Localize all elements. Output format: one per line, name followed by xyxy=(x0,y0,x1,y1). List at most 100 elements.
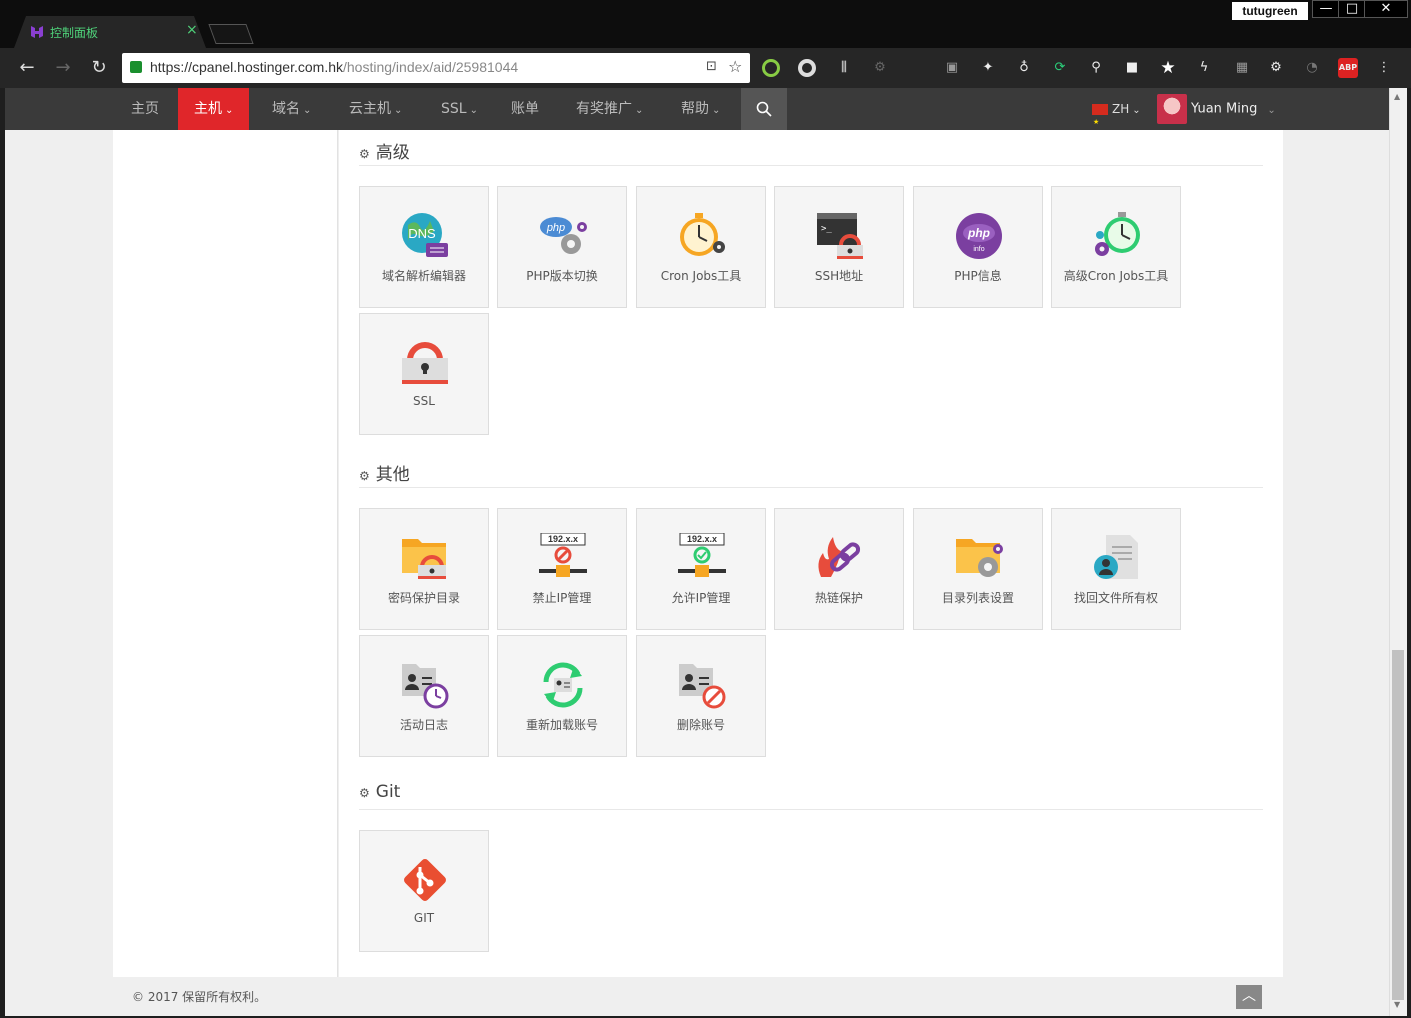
php-gear-icon: php xyxy=(540,217,587,254)
advanced-stopwatch-icon xyxy=(1095,212,1140,256)
tile-label: 重新加载账号 xyxy=(525,718,598,732)
star-extension-icon[interactable]: ★ xyxy=(1158,58,1178,78)
proxy-extension-icon[interactable]: ▦ xyxy=(1232,58,1252,78)
translate-icon[interactable]: ⊡ xyxy=(706,59,717,74)
svg-text:192.x.x: 192.x.x xyxy=(687,534,717,544)
section-title-other: ⚙ 其他 xyxy=(359,465,410,485)
scroll-to-top-button[interactable]: ︿ xyxy=(1236,985,1262,1009)
tile-ip-blocker[interactable]: 192.x.x 禁止IP管理 xyxy=(497,508,627,630)
section-title-git: ⚙ Git xyxy=(359,782,401,802)
tile-label: 热链保护 xyxy=(814,591,863,605)
nav-hosting[interactable]: 主机 ⌄ xyxy=(178,88,250,136)
tile-ssl[interactable]: SSL xyxy=(359,313,489,435)
tile-label: 禁止IP管理 xyxy=(532,591,592,605)
gear-extension-icon[interactable]: ⚙ xyxy=(1266,58,1286,78)
url-path: /hosting/index/aid/25981044 xyxy=(343,59,519,75)
footer-copyright: © 2017 保留所有权利。 xyxy=(132,990,267,1004)
ip-block-icon: 192.x.x xyxy=(539,533,587,577)
pin-extension-icon[interactable]: ⚲ xyxy=(1086,58,1106,78)
tile-php-info[interactable]: php info PHP信息 xyxy=(913,186,1043,308)
sync-extension-icon[interactable]: ⟳ xyxy=(1050,58,1070,78)
tab-title: 控制面板 xyxy=(50,26,99,40)
tile-delete-account[interactable]: 删除账号 xyxy=(636,635,766,757)
settings-extension-icon[interactable]: ⚙ xyxy=(870,58,890,78)
tile-label: PHP信息 xyxy=(954,269,1002,283)
tile-advanced-cron[interactable]: 高级Cron Jobs工具 xyxy=(1051,186,1181,308)
terminal-lock-icon: >_ xyxy=(817,213,863,259)
back-icon[interactable]: ← xyxy=(15,56,39,80)
adblock-extension-icon[interactable]: ABP xyxy=(1338,58,1358,78)
tile-ssh[interactable]: >_ SSH地址 xyxy=(774,186,904,308)
folder-gear-icon xyxy=(956,539,1003,577)
dns-globe-icon: DNS xyxy=(402,213,448,257)
nav-help[interactable]: 帮助 ⌄ xyxy=(665,88,736,130)
tile-label: 密码保护目录 xyxy=(387,591,460,605)
avatar xyxy=(1157,94,1187,124)
new-tab-button[interactable] xyxy=(208,24,254,44)
tile-reload-accounts[interactable]: 重新加载账号 xyxy=(497,635,627,757)
tile-label: 删除账号 xyxy=(676,718,725,732)
tile-php-version[interactable]: php PHP版本切换 xyxy=(497,186,627,308)
record-extension-icon[interactable] xyxy=(798,59,816,77)
tile-directory-index[interactable]: 目录列表设置 xyxy=(913,508,1043,630)
fire-chain-icon xyxy=(818,537,861,577)
chevron-down-icon: ⌄ xyxy=(635,105,644,116)
nav-billing[interactable]: 账单 xyxy=(495,88,555,130)
tile-git[interactable]: GIT xyxy=(359,830,489,952)
gears-icon: ⚙ xyxy=(359,147,370,161)
tile-ip-allow[interactable]: 192.x.x 允许IP管理 xyxy=(636,508,766,630)
tile-label: 找回文件所有权 xyxy=(1073,591,1158,605)
tile-label: SSL xyxy=(413,394,435,408)
maximize-icon[interactable]: □ xyxy=(1338,0,1366,18)
tile-password-directories[interactable]: 密码保护目录 xyxy=(359,508,489,630)
color-picker-extension-icon[interactable] xyxy=(762,59,780,77)
close-window-icon[interactable]: ✕ xyxy=(1364,0,1408,18)
mail-extension-icon[interactable]: ▣ xyxy=(942,58,962,78)
nav-domains[interactable]: 域名 ⌄ xyxy=(256,88,327,130)
tile-hotlink-protection[interactable]: 热链保护 xyxy=(774,508,904,630)
nav-ssl[interactable]: SSL ⌄ xyxy=(425,88,494,130)
square-extension-icon[interactable]: ■ xyxy=(1122,58,1142,78)
tab-close-icon[interactable]: × xyxy=(186,22,198,38)
history-extension-icon[interactable]: ◔ xyxy=(1302,58,1322,78)
tile-activity-log[interactable]: 活动日志 xyxy=(359,635,489,757)
nav-home[interactable]: 主页 xyxy=(115,88,175,130)
tile-label: GIT xyxy=(413,911,435,925)
scroll-up-icon[interactable]: ▲ xyxy=(1394,92,1400,101)
bookmark-star-icon[interactable]: ☆ xyxy=(728,57,742,76)
nav-cloud[interactable]: 云主机 ⌄ xyxy=(333,88,418,130)
scrollbar-thumb[interactable] xyxy=(1392,650,1404,1000)
chevron-down-icon: ⌄ xyxy=(303,105,312,116)
bulb-extension-icon[interactable]: ♁ xyxy=(1014,58,1034,78)
forward-icon[interactable]: → xyxy=(51,56,75,80)
svg-text:192.x.x: 192.x.x xyxy=(548,534,578,544)
tile-dns-editor[interactable]: DNS 域名解析编辑器 xyxy=(359,186,489,308)
tile-fix-ownership[interactable]: 找回文件所有权 xyxy=(1051,508,1181,630)
git-logo-icon xyxy=(404,859,446,901)
tile-label: PHP版本切换 xyxy=(526,269,598,283)
profile-name[interactable]: tutugreen xyxy=(1232,2,1308,20)
page-scrollbar[interactable]: ▲ ▼ xyxy=(1389,88,1407,1016)
lightning-extension-icon[interactable]: ϟ xyxy=(1194,58,1214,78)
sidebar xyxy=(113,130,338,977)
browser-tab[interactable]: 控制面板 × xyxy=(14,16,206,48)
tile-label: 目录列表设置 xyxy=(941,591,1014,605)
ip-allow-icon: 192.x.x xyxy=(678,533,726,577)
stopwatch-icon xyxy=(680,213,725,256)
tile-label: 活动日志 xyxy=(399,718,448,732)
search-icon[interactable] xyxy=(741,88,787,130)
chrome-menu-icon[interactable]: ⋮ xyxy=(1374,58,1394,78)
address-bar[interactable]: https://cpanel.hostinger.com.hk/hosting/… xyxy=(122,53,750,83)
minimize-icon[interactable]: — xyxy=(1312,0,1340,18)
scroll-down-icon[interactable]: ▼ xyxy=(1394,1000,1400,1009)
site-navbar: 主页 主机⌄ 域名⌄ 云主机⌄ SSL⌄ 账单 有奖推广⌄ 帮助⌄ ZH⌄ Yu… xyxy=(5,88,1389,143)
chart-extension-icon[interactable]: ⫼ xyxy=(834,58,854,78)
tile-cron-jobs[interactable]: Cron Jobs工具 xyxy=(636,186,766,308)
user-menu[interactable]: Yuan Ming ⌄ xyxy=(1157,94,1276,124)
language-selector[interactable]: ZH⌄ xyxy=(1092,88,1141,143)
svg-text:php: php xyxy=(546,222,565,234)
padlock-icon xyxy=(402,342,448,384)
globe-extension-icon[interactable]: ✦ xyxy=(978,58,998,78)
reload-icon[interactable]: ↻ xyxy=(87,56,111,80)
nav-referral[interactable]: 有奖推广 ⌄ xyxy=(560,88,659,130)
